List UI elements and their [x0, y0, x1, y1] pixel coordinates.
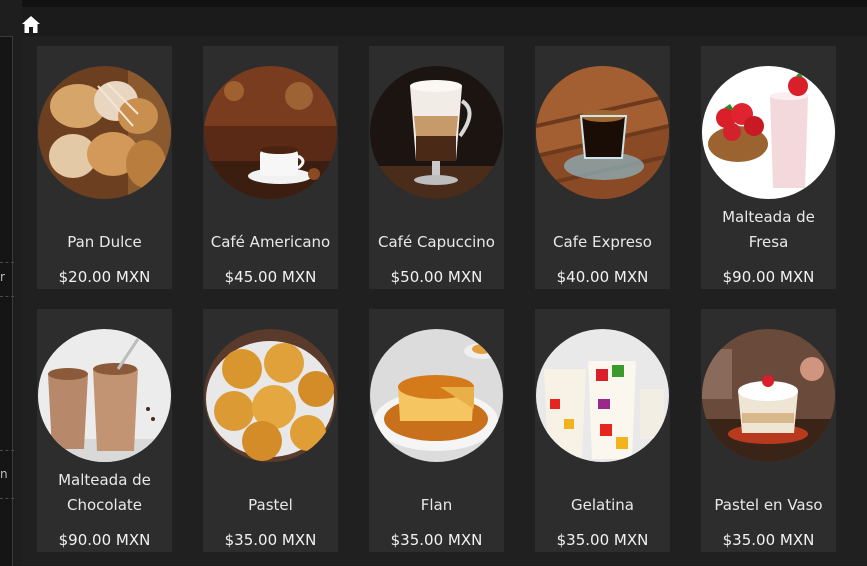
side-divider — [0, 296, 14, 298]
product-price: $50.00 MXN — [390, 268, 483, 286]
product-grid: Pan Dulce $20.00 MXN Café Americano $45.… — [37, 46, 836, 552]
product-name: Pan Dulce — [67, 233, 142, 251]
home-icon — [22, 16, 40, 33]
product-name: Malteada de Fresa — [722, 208, 815, 251]
pastel-en-vaso-image — [702, 329, 835, 462]
side-panel-text: r — [0, 270, 5, 284]
cafe-expreso-image — [536, 66, 669, 199]
product-card-cafe-expreso[interactable]: Cafe Expreso $40.00 MXN — [535, 46, 670, 289]
flan-image — [370, 329, 503, 462]
product-price: $45.00 MXN — [224, 268, 317, 286]
product-price: $35.00 MXN — [224, 531, 317, 549]
product-price: $40.00 MXN — [556, 268, 649, 286]
malteada-fresa-image — [702, 66, 835, 199]
cafe-americano-image — [204, 66, 337, 199]
product-name: Malteada de Chocolate — [58, 471, 151, 514]
side-divider — [0, 262, 14, 264]
malteada-chocolate-image — [38, 329, 171, 462]
product-name: Flan — [420, 496, 453, 514]
cafe-capuccino-image — [370, 66, 503, 199]
product-card-malteada-fresa[interactable]: Malteada de Fresa $90.00 MXN — [701, 46, 836, 289]
product-area: Pan Dulce $20.00 MXN Café Americano $45.… — [22, 36, 867, 565]
product-price: $35.00 MXN — [556, 531, 649, 549]
side-divider — [0, 450, 14, 452]
product-name: Café Capuccino — [378, 233, 495, 251]
product-price: $90.00 MXN — [722, 268, 815, 286]
product-card-pastel-en-vaso[interactable]: Pastel en Vaso $35.00 MXN — [701, 309, 836, 552]
side-panel-edge[interactable] — [0, 36, 13, 566]
product-price: $35.00 MXN — [390, 531, 483, 549]
side-divider — [0, 498, 14, 500]
product-card-cafe-americano[interactable]: Café Americano $45.00 MXN — [203, 46, 338, 289]
product-card-gelatina[interactable]: Gelatina $35.00 MXN — [535, 309, 670, 552]
side-panel-text: n — [0, 467, 8, 481]
product-card-pastel[interactable]: Pastel $35.00 MXN — [203, 309, 338, 552]
product-name: Pastel en Vaso — [714, 496, 823, 514]
pan-dulce-image — [38, 66, 171, 199]
product-name: Gelatina — [571, 496, 634, 514]
product-price: $90.00 MXN — [58, 531, 151, 549]
home-button[interactable] — [20, 14, 42, 36]
product-price: $20.00 MXN — [58, 268, 151, 286]
product-name: Café Americano — [210, 233, 331, 251]
gelatina-image — [536, 329, 669, 462]
pastel-image — [204, 329, 337, 462]
product-price: $35.00 MXN — [722, 531, 815, 549]
product-name: Cafe Expreso — [553, 233, 652, 251]
product-card-flan[interactable]: Flan $35.00 MXN — [369, 309, 504, 552]
product-card-pan-dulce[interactable]: Pan Dulce $20.00 MXN — [37, 46, 172, 289]
product-card-cafe-capuccino[interactable]: Café Capuccino $50.00 MXN — [369, 46, 504, 289]
top-bar — [0, 0, 867, 7]
product-card-malteada-chocolate[interactable]: Malteada de Chocolate $90.00 MXN — [37, 309, 172, 552]
product-name: Pastel — [248, 496, 293, 514]
